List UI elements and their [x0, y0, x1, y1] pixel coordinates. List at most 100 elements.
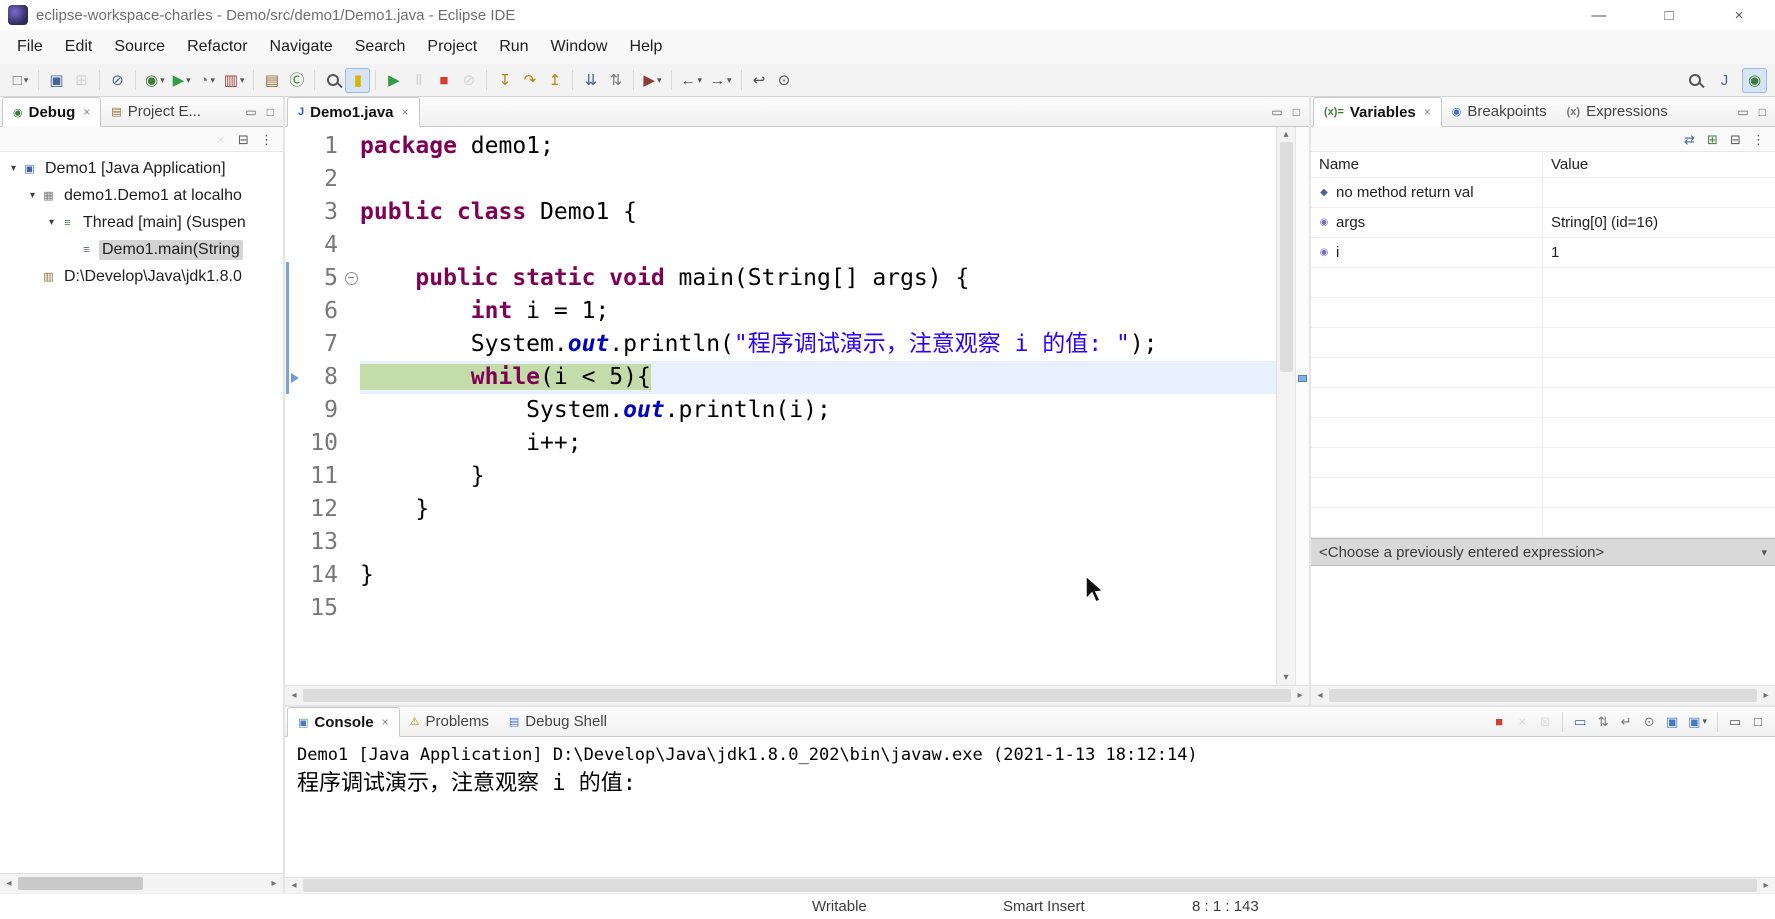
tab-variables[interactable]: (x)=Variables×	[1313, 97, 1442, 127]
resume-button[interactable]: ▶	[381, 68, 406, 93]
step-into-button[interactable]: ↧	[492, 68, 517, 93]
code-line-7[interactable]: System.out.println("程序调试演示，注意观察 i 的值: ")…	[360, 328, 1276, 361]
close-icon[interactable]: ×	[1424, 105, 1431, 119]
code-line-2[interactable]	[360, 163, 1276, 196]
minimize-button[interactable]: ▭	[1724, 711, 1746, 733]
disconnect-button[interactable]: ⊘	[456, 68, 481, 93]
tab-debug[interactable]: ◉Debug×	[2, 97, 101, 127]
variables-hscrollbar[interactable]: ◂ ▸	[1311, 685, 1775, 705]
scroll-right-icon[interactable]: ▸	[1294, 690, 1306, 701]
mark-occurrences-button[interactable]: ▮	[345, 68, 370, 93]
close-icon[interactable]: ×	[83, 105, 90, 119]
new-button[interactable]: □▾	[8, 68, 33, 93]
fold-collapse-icon[interactable]: −	[345, 272, 358, 285]
column-header-name[interactable]: Name	[1311, 152, 1543, 177]
code-area[interactable]: package demo1;public class Demo1 { publi…	[360, 127, 1276, 685]
new-java-project-button[interactable]: ▤	[259, 68, 284, 93]
debug-view-maximize-button[interactable]: □	[267, 105, 274, 119]
editor-maximize-button[interactable]: □	[1293, 105, 1300, 119]
menu-item-search[interactable]: Search	[344, 34, 417, 60]
variable-row-args[interactable]: ◉argsString[0] (id=16)	[1311, 208, 1775, 238]
menu-item-help[interactable]: Help	[618, 34, 673, 60]
code-line-13[interactable]	[360, 526, 1276, 559]
menu-item-file[interactable]: File	[6, 34, 54, 60]
close-icon[interactable]: ×	[382, 715, 389, 729]
code-line-11[interactable]: }	[360, 460, 1276, 493]
scroll-right-icon[interactable]: ▸	[1760, 690, 1772, 701]
console-hscrollbar[interactable]: ◂ ▸	[285, 877, 1775, 893]
scroll-down-icon[interactable]: ▾	[1283, 672, 1288, 683]
step-return-button[interactable]: ↥	[542, 68, 567, 93]
expand-arrow-icon[interactable]: ▾	[25, 190, 40, 201]
save-button[interactable]: ▣	[44, 68, 69, 93]
editor-vscroll-thumb[interactable]	[1280, 142, 1293, 372]
expression-input-row[interactable]: <Choose a previously entered expression>…	[1311, 538, 1775, 566]
tree-item-thread-main-suspen[interactable]: ▾≡Thread [main] (Suspen	[0, 209, 283, 236]
scroll-left-icon[interactable]: ◂	[3, 878, 15, 889]
editor-hscroll-thumb[interactable]	[303, 689, 1291, 702]
show-logical-structures-button[interactable]: ⊞	[1702, 129, 1723, 150]
code-line-9[interactable]: System.out.println(i);	[360, 394, 1276, 427]
menu-item-run[interactable]: Run	[488, 34, 539, 60]
expand-arrow-icon[interactable]: ▾	[6, 163, 21, 174]
run-button[interactable]: ▶▾	[169, 68, 195, 93]
scroll-right-icon[interactable]: ▸	[268, 878, 280, 889]
chevron-down-icon[interactable]: ▾	[1761, 546, 1767, 559]
debug-hscroll-thumb[interactable]	[18, 877, 143, 890]
tab-demo1-java[interactable]: JDemo1.java×	[287, 97, 420, 127]
debug-hscrollbar[interactable]: ◂ ▸	[0, 873, 283, 893]
use-step-filters-button[interactable]: ⇅	[603, 68, 628, 93]
quick-access-button[interactable]	[1682, 68, 1707, 93]
step-over-button[interactable]: ↷	[517, 68, 542, 93]
display-selected-console-button[interactable]: ▣	[1661, 711, 1683, 733]
view-menu-button[interactable]: ⋮	[1748, 129, 1769, 150]
remove-all-terminated-button[interactable]: ⊠	[1534, 711, 1556, 733]
code-line-15[interactable]	[360, 592, 1276, 625]
maximize-button[interactable]: □	[1747, 711, 1769, 733]
scroll-left-icon[interactable]: ◂	[1314, 690, 1326, 701]
last-edit-location-button[interactable]: ↩	[747, 68, 772, 93]
tab-expressions[interactable]: (x)Expressions	[1557, 97, 1678, 126]
forward-button[interactable]: →▾	[706, 68, 736, 93]
scroll-right-icon[interactable]: ▸	[1760, 880, 1772, 891]
column-header-value[interactable]: Value	[1543, 156, 1775, 173]
tab-problems[interactable]: ⚠Problems	[400, 707, 499, 736]
remove-launch-button[interactable]: ×	[1511, 711, 1533, 733]
view-menu-button[interactable]: ⋮	[256, 129, 277, 150]
current-line-marker[interactable]	[1298, 375, 1307, 382]
tree-item-d-develop-java-jdk1-8-0[interactable]: ▥D:\Develop\Java\jdk1.8.0	[0, 263, 283, 290]
word-wrap-button[interactable]: ↵	[1615, 711, 1637, 733]
pin-editor-button[interactable]: ⊙	[772, 68, 797, 93]
tab-project-e[interactable]: ▤Project E...	[101, 97, 211, 126]
debug-perspective-button[interactable]: ◉	[1742, 68, 1767, 93]
tree-item-demo1-java-application[interactable]: ▾▣Demo1 [Java Application]	[0, 155, 283, 182]
scroll-left-icon[interactable]: ◂	[288, 690, 300, 701]
tree-item-demo1-main-string[interactable]: ≡Demo1.main(String	[0, 236, 283, 263]
menu-item-project[interactable]: Project	[416, 34, 488, 60]
back-button[interactable]: ←▾	[677, 68, 707, 93]
drop-to-frame-button[interactable]: ⇊	[578, 68, 603, 93]
menu-item-navigate[interactable]: Navigate	[259, 34, 344, 60]
variable-row-no-method-return-val[interactable]: ◆no method return val	[1311, 178, 1775, 208]
pin-console-button[interactable]: ⊙	[1638, 711, 1660, 733]
scroll-up-icon[interactable]: ▴	[1283, 129, 1288, 140]
window-close-button[interactable]: ×	[1725, 7, 1753, 24]
external-tools-button[interactable]: ▶▾	[639, 68, 665, 93]
variables-detail-pane[interactable]	[1311, 566, 1775, 685]
editor-hscrollbar[interactable]: ◂ ▸	[285, 685, 1309, 705]
collapse-all-button[interactable]: ⊟	[1725, 129, 1746, 150]
editor-vscrollbar[interactable]: ▴ ▾	[1276, 127, 1295, 685]
menu-item-edit[interactable]: Edit	[54, 34, 104, 60]
variable-row-i[interactable]: ◉i1	[1311, 238, 1775, 268]
profile-button[interactable]: ◔▾	[195, 68, 220, 93]
java-perspective-button[interactable]: J	[1712, 68, 1737, 93]
open-console-button[interactable]: ▣▾	[1684, 711, 1711, 733]
tree-item-demo1-demo1-at-localho[interactable]: ▾▦demo1.Demo1 at localho	[0, 182, 283, 209]
skip-all-breakpoints-button[interactable]: ⊘	[105, 68, 130, 93]
new-class-button[interactable]: Ⓒ	[284, 68, 309, 93]
tab-debug-shell[interactable]: ▤Debug Shell	[499, 707, 617, 736]
annotation-ruler[interactable]	[285, 127, 300, 685]
save-all-button[interactable]: ⊞	[69, 68, 94, 93]
coverage-button[interactable]: ▥▾	[220, 68, 249, 93]
code-line-6[interactable]: int i = 1;	[360, 295, 1276, 328]
